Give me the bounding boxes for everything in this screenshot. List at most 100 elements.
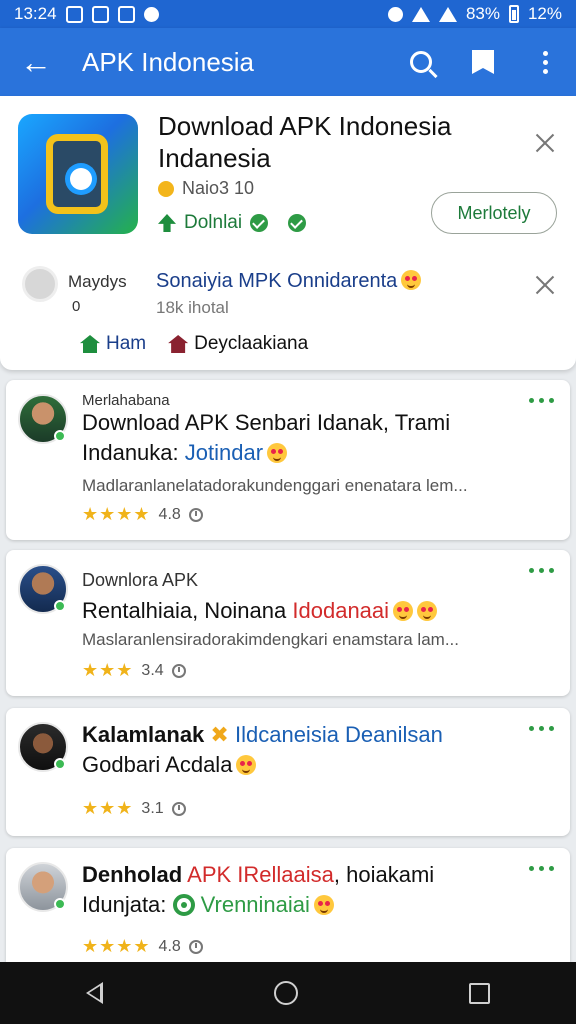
heart-eyes-emoji-icon <box>401 270 422 290</box>
nav-back-icon[interactable] <box>85 982 103 1004</box>
rating-count: 3.4 <box>141 661 164 679</box>
action-button[interactable]: Merlotely <box>431 192 557 234</box>
sub-meta: 18k ihotal <box>156 298 229 317</box>
heart-eyes-emoji-icon <box>313 895 334 915</box>
app-icon[interactable] <box>18 114 138 234</box>
online-indicator-icon <box>54 898 66 910</box>
tools-icon: ✖ <box>210 722 229 747</box>
nav-home-icon[interactable] <box>273 981 298 1005</box>
star-rating-icon: ★★★★ <box>82 936 151 956</box>
post-title-line2: Idunjata: <box>82 892 167 917</box>
more-options-button[interactable] <box>514 50 576 74</box>
status-bar: 13:24 83% 12% <box>0 0 576 28</box>
sub-title[interactable]: Sonaiyia MPK Onnidarenta <box>156 270 422 293</box>
signal-icon <box>438 6 457 22</box>
download-label: Dolnlai <box>184 212 243 233</box>
sub-avatar[interactable] <box>22 266 58 302</box>
app-detail-card: Download APK Indonesia Indanesia Naio3 1… <box>0 96 576 370</box>
battery-icon <box>508 5 519 23</box>
coin-icon <box>158 180 174 197</box>
post-title: Kalamlanak ✖ Ildcaneisia Deanilsan Godba… <box>82 720 542 780</box>
post-description: Maslaranlensiradorakimdengkari enamstara… <box>82 630 459 649</box>
home-icon <box>80 335 100 353</box>
post-title-tail: , hoiakami <box>333 862 435 887</box>
sub-avatar-text: Maydys <box>68 272 127 291</box>
post-title: Download APK Senbari Idanak, Trami Indan… <box>82 408 542 468</box>
app-bar: ← APK Indonesia <box>0 28 576 96</box>
verified-icon-2 <box>288 214 307 232</box>
post-title: Denholad APK IRellaaisa, hoiakami Idunja… <box>82 860 542 920</box>
sub-title-text: Sonaiyia MPK Onnidarenta <box>156 270 398 292</box>
post-title-line2: Godbari Acdala <box>82 752 233 777</box>
clock-icon <box>188 939 203 954</box>
rating-count: 4.8 <box>158 937 181 955</box>
star-rating-icon: ★★★ <box>82 660 134 680</box>
post-meta: ★★★★ 4.8 <box>82 936 203 957</box>
post-title-highlight: Ildcaneisia Deanilsan <box>234 722 443 747</box>
close-button[interactable] <box>534 132 556 154</box>
chrome-icon <box>143 6 159 22</box>
wifi-icon <box>411 6 430 22</box>
heart-eyes-emoji-icon <box>236 755 257 775</box>
target-icon <box>172 894 195 916</box>
status-right: 83% 12% <box>387 4 562 24</box>
search-button[interactable] <box>390 51 452 73</box>
post-author: Downlora APK <box>82 570 199 590</box>
post-card[interactable]: Merlahabana Download APK Senbari Idanak,… <box>6 380 570 540</box>
status-data-text: 83% <box>465 4 500 23</box>
post-more-button[interactable] <box>529 398 554 403</box>
online-indicator-icon <box>54 600 66 612</box>
online-indicator-icon <box>54 430 66 442</box>
rating-count: 3.1 <box>141 799 164 817</box>
search-icon <box>410 51 432 73</box>
battery-percent: 12% <box>527 4 562 23</box>
heart-eyes-emoji-icon <box>393 601 414 621</box>
system-nav-bar <box>0 962 576 1024</box>
post-title-text: Download APK Senbari Idanak, Trami Indan… <box>82 410 451 465</box>
post-meta: ★★★ 3.1 <box>82 798 186 819</box>
upload-arrow-icon <box>158 214 176 232</box>
heart-eyes-emoji-icon-2 <box>417 601 438 621</box>
post-title-highlight: Idodanaai <box>292 598 390 623</box>
post-more-button[interactable] <box>529 568 554 573</box>
heart-eyes-emoji-icon <box>267 443 288 463</box>
house-icon <box>168 335 189 353</box>
back-button[interactable]: ← <box>0 46 72 78</box>
gallery-icon <box>91 5 109 23</box>
clock-icon <box>171 801 186 816</box>
post-title-highlight: Jotindar <box>184 440 264 465</box>
status-time: 13:24 <box>14 4 57 23</box>
alarm-icon <box>387 6 403 22</box>
camera-dot-icon <box>70 168 92 190</box>
online-indicator-icon <box>54 758 66 770</box>
status-left: 13:24 <box>14 4 159 24</box>
clock-icon <box>171 663 186 678</box>
post-card[interactable]: Kalamlanak ✖ Ildcaneisia Deanilsan Godba… <box>6 708 570 836</box>
star-rating-icon: ★★★ <box>82 798 134 818</box>
tag-home[interactable]: Ham <box>80 333 146 355</box>
tag-label: Deyclaakiana <box>194 333 309 354</box>
tag-label: Ham <box>106 333 147 354</box>
dismiss-button[interactable] <box>534 274 556 296</box>
rating-count: 4.8 <box>158 505 181 523</box>
bookmark-icon <box>472 50 494 74</box>
arrow-left-icon: ← <box>20 44 52 80</box>
post-meta: ★★★ 3.4 <box>82 660 186 681</box>
post-description: Madlaranlanelatadorakundenggari enenatar… <box>82 476 468 495</box>
message-icon <box>117 5 135 23</box>
download-row[interactable]: Dolnlai <box>158 212 307 234</box>
star-rating-icon: ★★★★ <box>82 504 151 524</box>
post-title-line2-highlight: Vrenninaiai <box>200 892 310 917</box>
nav-recents-icon[interactable] <box>469 982 491 1004</box>
post-title: Rentalhiaia, Noinana Idodanaai <box>82 596 542 626</box>
post-title-text: Kalamlanak <box>82 722 205 747</box>
verified-icon <box>250 214 269 232</box>
app-rating: Naio3 10 <box>158 178 254 199</box>
post-title-highlight: APK IRellaaisa <box>187 862 334 887</box>
bookmark-button[interactable] <box>452 50 514 74</box>
post-card[interactable]: Denholad APK IRellaaisa, hoiakami Idunja… <box>6 848 570 962</box>
post-card[interactable]: Downlora APK Rentalhiaia, Noinana Idodan… <box>6 550 570 696</box>
app-bar-title: APK Indonesia <box>82 46 255 77</box>
tag-category[interactable]: Deyclaakiana <box>168 333 308 355</box>
rating-text: Naio3 10 <box>182 178 255 198</box>
